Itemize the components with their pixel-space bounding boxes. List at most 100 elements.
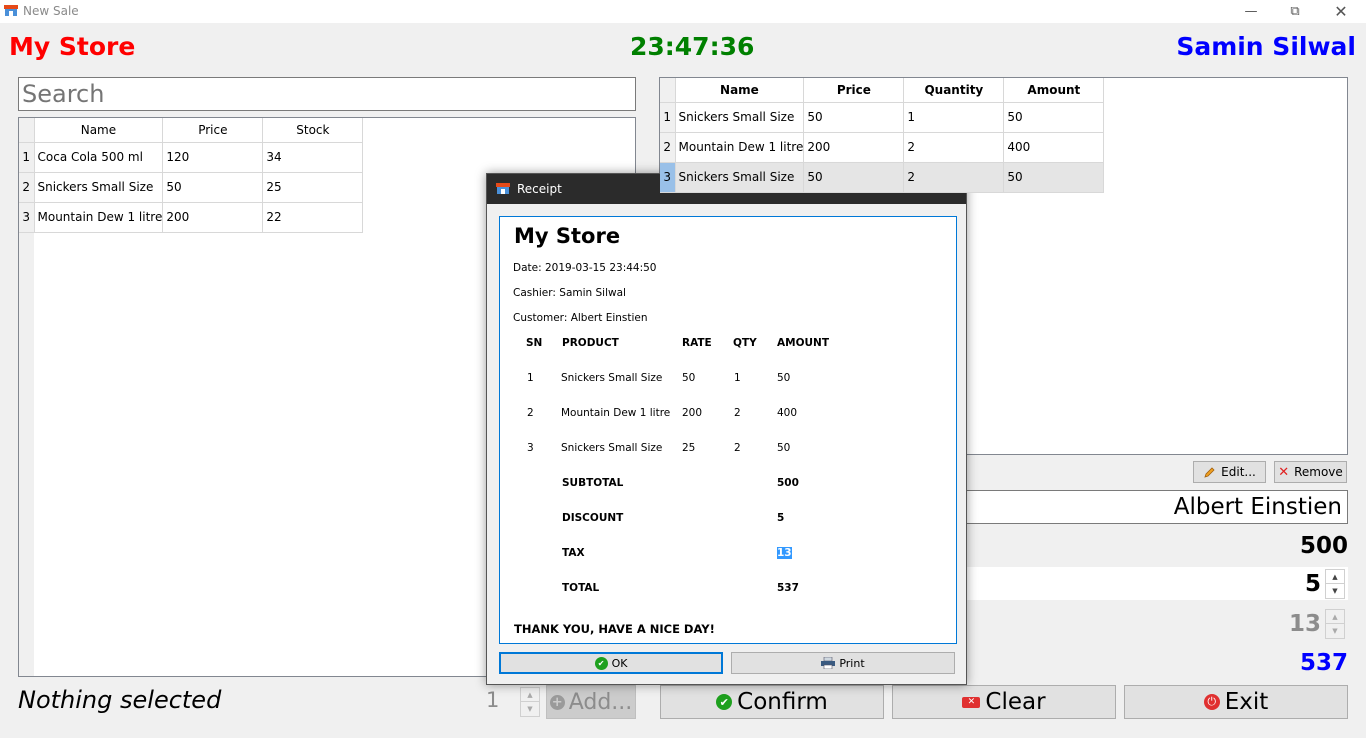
remove-x-icon: ✕ xyxy=(1278,464,1290,480)
receipt-dialog: Receipt ? ✕ My Store Date: 2019-03-15 23… xyxy=(486,173,967,685)
maximize-icon[interactable]: ⧉ xyxy=(1272,0,1318,23)
product-name-cell[interactable]: Mountain Dew 1 litre xyxy=(34,202,164,233)
receipt-item-product: Mountain Dew 1 litre xyxy=(561,407,671,419)
receipt-item-amount: 50 xyxy=(777,372,791,384)
row-number[interactable]: 1 xyxy=(19,142,35,173)
row-number[interactable]: 3 xyxy=(660,162,676,193)
quantity-stepper[interactable]: ▲ ▼ xyxy=(520,687,540,717)
column-header-price[interactable]: Price xyxy=(162,118,264,143)
print-button[interactable]: Print xyxy=(731,652,955,674)
receipt-item-product: Snickers Small Size xyxy=(561,442,663,454)
tax-stepper[interactable]: ▲ ▼ xyxy=(1325,609,1345,639)
minimize-icon[interactable]: — xyxy=(1228,0,1274,23)
cart-name-cell[interactable]: Snickers Small Size xyxy=(675,102,805,133)
edit-button[interactable]: Edit... xyxy=(1193,461,1266,483)
chevron-down-icon[interactable]: ▼ xyxy=(521,702,539,716)
receipt-tax-value-selected[interactable]: 13 xyxy=(777,547,792,559)
clear-button-label: Clear xyxy=(985,689,1046,715)
add-button[interactable]: + Add... xyxy=(546,685,636,719)
cart-amount-cell[interactable]: 50 xyxy=(1003,102,1105,133)
receipt-document[interactable]: My Store Date: 2019-03-15 23:44:50 Cashi… xyxy=(499,216,957,644)
product-stock-cell[interactable]: 34 xyxy=(262,142,364,173)
column-header-name[interactable]: Name xyxy=(675,78,805,103)
printer-icon xyxy=(821,657,836,669)
column-header-stock[interactable]: Stock xyxy=(262,118,364,143)
receipt-item-amount: 50 xyxy=(777,442,791,454)
customer-name-field[interactable] xyxy=(960,490,1348,524)
close-icon[interactable]: ✕ xyxy=(1318,0,1364,23)
receipt-item-qty: 1 xyxy=(734,372,741,384)
column-header-name[interactable]: Name xyxy=(34,118,164,143)
store-app-icon xyxy=(496,183,510,194)
product-stock-cell[interactable]: 25 xyxy=(262,172,364,203)
subtotal-value: 500 xyxy=(1299,533,1348,559)
table-row[interactable]: 3 Mountain Dew 1 litre 200 22 xyxy=(19,202,364,233)
discount-field[interactable] xyxy=(960,567,1348,600)
table-row[interactable]: 2 Snickers Small Size 50 25 xyxy=(19,172,364,203)
cart-qty-cell[interactable]: 2 xyxy=(903,162,1005,193)
product-price-cell[interactable]: 200 xyxy=(162,202,264,233)
search-input[interactable] xyxy=(18,77,636,111)
receipt-item-sn: 1 xyxy=(527,372,534,384)
check-icon: ✔ xyxy=(716,694,733,710)
cart-qty-cell[interactable]: 1 xyxy=(903,102,1005,133)
chevron-down-icon[interactable]: ▼ xyxy=(1326,584,1344,598)
cart-name-cell[interactable]: Mountain Dew 1 litre xyxy=(675,132,805,163)
confirm-button[interactable]: ✔ Confirm xyxy=(660,685,884,719)
row-number[interactable]: 3 xyxy=(19,202,35,233)
column-header-amount[interactable]: Amount xyxy=(1003,78,1105,103)
exit-button-label: Exit xyxy=(1224,689,1269,715)
cart-qty-cell[interactable]: 2 xyxy=(903,132,1005,163)
receipt-header-product: PRODUCT xyxy=(562,337,619,349)
chevron-up-icon[interactable]: ▲ xyxy=(1326,610,1344,624)
table-row[interactable]: 1 Snickers Small Size 50 1 50 xyxy=(660,102,1105,133)
row-number[interactable]: 2 xyxy=(19,172,35,203)
row-number[interactable]: 1 xyxy=(660,102,676,133)
discount-stepper[interactable]: ▲ ▼ xyxy=(1325,569,1345,599)
tax-value[interactable]: 13 xyxy=(1289,611,1321,637)
clear-button[interactable]: ✕ Clear xyxy=(892,685,1116,719)
row-number[interactable]: 2 xyxy=(660,132,676,163)
table-row[interactable]: 2 Mountain Dew 1 litre 200 2 400 xyxy=(660,132,1105,163)
remove-button[interactable]: ✕ Remove xyxy=(1274,461,1347,483)
table-row[interactable]: 1 Coca Cola 500 ml 120 34 xyxy=(19,142,364,173)
product-price-cell[interactable]: 50 xyxy=(162,172,264,203)
clock: 23:47:36 xyxy=(630,32,755,61)
chevron-down-icon[interactable]: ▼ xyxy=(1326,624,1344,638)
product-name-cell[interactable]: Snickers Small Size xyxy=(34,172,164,203)
eraser-icon: ✕ xyxy=(962,696,981,708)
window-title-bar: New Sale — ⧉ ✕ xyxy=(0,0,1366,23)
product-price-cell[interactable]: 120 xyxy=(162,142,264,173)
table-corner[interactable] xyxy=(19,118,35,143)
column-header-price[interactable]: Price xyxy=(803,78,905,103)
column-header-quantity[interactable]: Quantity xyxy=(903,78,1005,103)
receipt-discount-value: 5 xyxy=(777,512,785,524)
cart-price-cell[interactable]: 50 xyxy=(803,162,905,193)
table-row-selected[interactable]: 3 Snickers Small Size 50 2 50 xyxy=(660,162,1105,193)
table-corner[interactable] xyxy=(660,78,676,103)
cart-amount-cell[interactable]: 50 xyxy=(1003,162,1105,193)
power-icon: ⏻ xyxy=(1203,694,1220,710)
cart-name-cell[interactable]: Snickers Small Size xyxy=(675,162,805,193)
cart-price-cell[interactable]: 200 xyxy=(803,132,905,163)
receipt-item-qty: 2 xyxy=(734,442,741,454)
chevron-up-icon[interactable]: ▲ xyxy=(521,688,539,702)
receipt-subtotal-label: SUBTOTAL xyxy=(562,477,624,489)
quantity-field[interactable]: 1 xyxy=(486,688,508,712)
receipt-subtotal-value: 500 xyxy=(777,477,799,489)
cart-price-cell[interactable]: 50 xyxy=(803,102,905,133)
receipt-item-rate: 25 xyxy=(682,442,696,454)
total-value: 537 xyxy=(1299,650,1348,676)
window-title: New Sale xyxy=(23,4,79,18)
chevron-up-icon[interactable]: ▲ xyxy=(1326,570,1344,584)
product-name-cell[interactable]: Coca Cola 500 ml xyxy=(34,142,164,173)
discount-value[interactable]: 5 xyxy=(1305,571,1321,597)
product-stock-cell[interactable]: 22 xyxy=(262,202,364,233)
print-button-label: Print xyxy=(839,656,865,670)
exit-button[interactable]: ⏻ Exit xyxy=(1124,685,1348,719)
ok-button[interactable]: ✔ OK xyxy=(499,652,723,674)
receipt-total-value: 537 xyxy=(777,582,799,594)
receipt-header-sn: SN xyxy=(526,337,543,349)
confirm-button-label: Confirm xyxy=(737,689,828,715)
cart-amount-cell[interactable]: 400 xyxy=(1003,132,1105,163)
